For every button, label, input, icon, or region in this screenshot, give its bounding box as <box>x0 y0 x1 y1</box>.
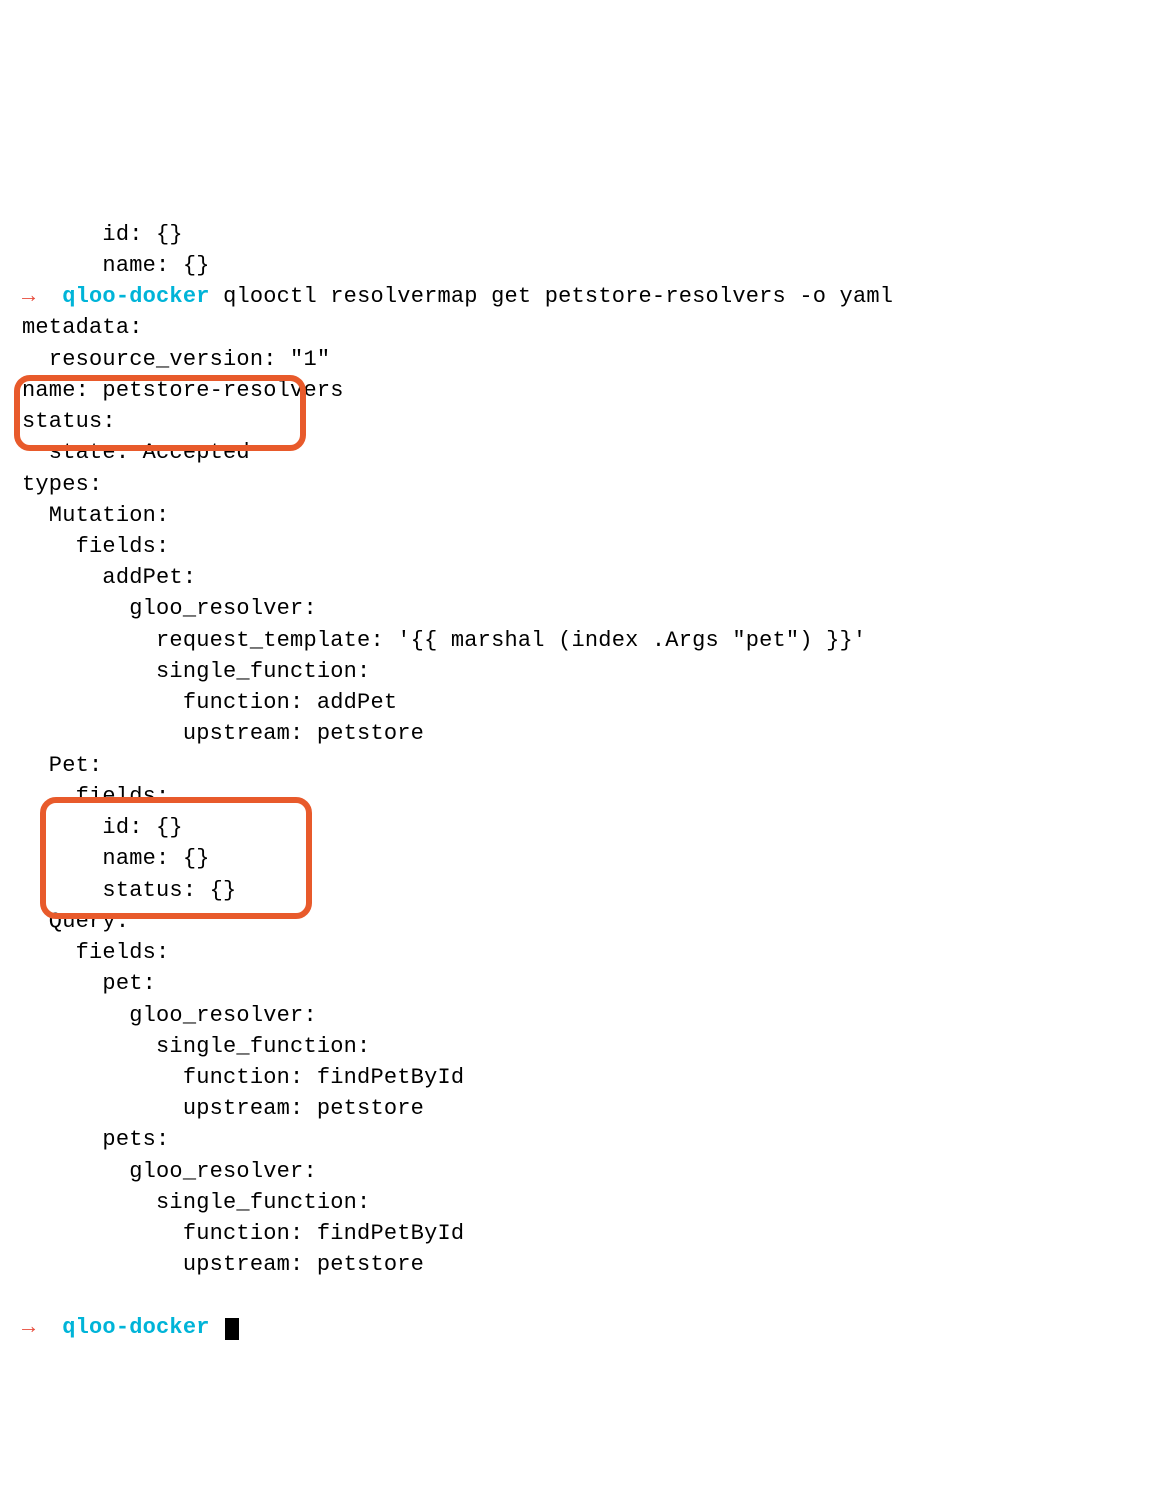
output-line: Query: <box>22 909 129 934</box>
output-line: gloo_resolver: <box>22 596 317 621</box>
output-line: name: petstore-resolvers <box>22 378 344 403</box>
output-line: pet: <box>22 971 156 996</box>
output-line: function: addPet <box>22 690 397 715</box>
output-line: fields: <box>22 534 169 559</box>
output-line: Pet: <box>22 753 102 778</box>
prompt-arrow-icon: → <box>22 284 35 309</box>
output-line: id: {} <box>22 815 183 840</box>
output-line: single_function: <box>22 1190 370 1215</box>
output-line: metadata: <box>22 315 143 340</box>
output-line: function: findPetById <box>22 1221 464 1246</box>
output-line: function: findPetById <box>22 1065 464 1090</box>
output-line: name: {} <box>22 846 210 871</box>
output-line: status: {} <box>22 878 236 903</box>
output-line: single_function: <box>22 1034 370 1059</box>
output-line: upstream: petstore <box>22 1096 424 1121</box>
output-line: upstream: petstore <box>22 721 424 746</box>
output-line: pets: <box>22 1127 169 1152</box>
output-line: name: {} <box>22 253 210 278</box>
output-line: Mutation: <box>22 503 169 528</box>
output-line: state: Accepted <box>22 440 250 465</box>
output-line: upstream: petstore <box>22 1252 424 1277</box>
output-line: status: <box>22 409 116 434</box>
prompt-arrow-icon: → <box>22 1315 35 1340</box>
terminal-output: id: {} name: {} → qloo-docker qlooctl re… <box>0 125 1162 1343</box>
output-line: gloo_resolver: <box>22 1159 317 1184</box>
cursor-icon[interactable] <box>225 1318 239 1340</box>
output-line: request_template: '{{ marshal (index .Ar… <box>22 628 866 653</box>
output-line: gloo_resolver: <box>22 1003 317 1028</box>
output-line: id: {} <box>22 222 183 247</box>
output-line: fields: <box>22 784 169 809</box>
prompt-dir: qloo-docker <box>62 1315 209 1340</box>
output-line: single_function: <box>22 659 370 684</box>
output-line: resource_version: "1" <box>22 347 330 372</box>
prompt-dir: qloo-docker <box>62 284 209 309</box>
output-line: addPet: <box>22 565 196 590</box>
output-line: types: <box>22 472 102 497</box>
output-line: fields: <box>22 940 169 965</box>
command-text[interactable]: qlooctl resolvermap get petstore-resolve… <box>223 284 893 309</box>
